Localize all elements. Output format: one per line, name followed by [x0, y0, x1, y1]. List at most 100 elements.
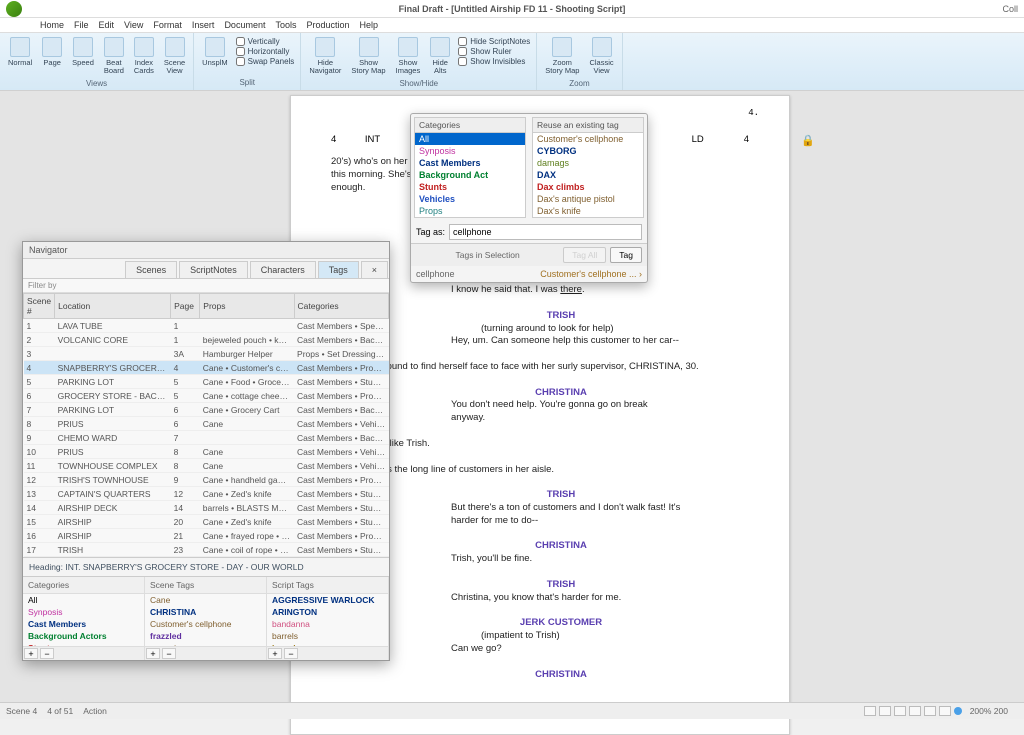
add-button[interactable]: + [146, 648, 160, 659]
column-header[interactable]: Props [200, 294, 294, 319]
navigator-table[interactable]: Scene #LocationPagePropsCategories1LAVA … [23, 293, 389, 557]
status-icons[interactable] [864, 706, 962, 716]
table-row[interactable]: 7PARKING LOT6Cane • Grocery CartCast Mem… [24, 403, 389, 417]
script-char[interactable]: TRISH [471, 489, 651, 502]
ribbon-check-swap-panels[interactable]: Swap Panels [236, 57, 295, 66]
tag-all-button[interactable]: Tag All [563, 247, 606, 263]
list-item[interactable]: Cane [145, 594, 266, 606]
list-item[interactable]: Background Act [415, 169, 525, 181]
ribbon-btn-scene-view[interactable]: SceneView [160, 35, 189, 78]
table-row[interactable]: 16AIRSHIP21Cane • frayed rope • Zed's kn… [24, 529, 389, 543]
table-row[interactable]: 10PRIUS8CaneCast Members • Vehicles • Pr… [24, 445, 389, 459]
view-icon[interactable] [939, 706, 951, 716]
tag-as-input[interactable] [449, 224, 642, 240]
column-header[interactable]: Categories [294, 294, 388, 319]
menu-tools[interactable]: Tools [275, 20, 296, 30]
ribbon-btn-classic-view[interactable]: ClassicView [585, 35, 617, 78]
script-char[interactable]: CHRISTINA [471, 669, 651, 682]
column-header[interactable]: Location [55, 294, 171, 319]
nav-scripttags-col[interactable]: Script TagsAGGRESSIVE WARLOCKARINGTONban… [267, 577, 389, 660]
remove-button[interactable]: − [284, 648, 298, 659]
nav-categories-col[interactable]: CategoriesAllSynposisCast MembersBackgro… [23, 577, 145, 660]
script-char[interactable]: JERK CUSTOMER [471, 617, 651, 630]
script-dial[interactable]: I know he said that. I was there. [451, 284, 681, 297]
list-item[interactable]: barrels [267, 630, 388, 642]
list-item[interactable]: Background Actors [23, 630, 144, 642]
list-item[interactable]: Customer's cellphone [145, 618, 266, 630]
script-dial[interactable]: Christina, you know that's harder for me… [451, 592, 681, 605]
ribbon-btn-normal[interactable]: Normal [4, 35, 36, 69]
script-dial[interactable]: You don't need help. You're gonna go on … [451, 399, 681, 425]
view-icon[interactable] [864, 706, 876, 716]
list-item[interactable]: Cast Members [415, 157, 525, 169]
navigator-panel[interactable]: Navigator ScenesScriptNotesCharactersTag… [22, 241, 390, 661]
ribbon-btn-show-images[interactable]: ShowImages [392, 35, 425, 78]
table-row[interactable]: 17TRISH23Cane • coil of rope • Zed's kni… [24, 543, 389, 557]
ribbon-check-horizontally[interactable]: Horizontally [236, 47, 295, 56]
table-row[interactable]: 13CAPTAIN'S QUARTERS12Cane • Zed's knife… [24, 487, 389, 501]
ribbon-btn-beat-board[interactable]: BeatBoard [100, 35, 128, 78]
ribbon-mini-show-ruler[interactable]: Show Ruler [458, 47, 530, 56]
ribbon-btn-zoom-story-map[interactable]: ZoomStory Map [541, 35, 583, 78]
menu-help[interactable]: Help [360, 20, 379, 30]
table-row[interactable]: 1LAVA TUBE1Cast Members • Special Effect [24, 319, 389, 333]
list-item[interactable]: Stunts [415, 181, 525, 193]
list-item[interactable]: frazzled [145, 630, 266, 642]
column-header[interactable]: Scene # [24, 294, 55, 319]
list-item[interactable]: Customer's cellphone [533, 133, 643, 145]
ribbon-btn-hide-alts[interactable]: HideAlts [426, 35, 454, 78]
script-action[interactable]: She does not like Trish. [331, 438, 749, 451]
script-dial[interactable]: But there's a ton of customers and I don… [451, 502, 681, 528]
script-char[interactable]: TRISH [471, 310, 651, 323]
list-item[interactable]: Dax's antique pistol [533, 193, 643, 205]
list-item[interactable]: AGGRESSIVE WARLOCK [267, 594, 388, 606]
list-item[interactable]: ARINGTON [267, 606, 388, 618]
menu-view[interactable]: View [124, 20, 143, 30]
ribbon-check-vertically[interactable]: Vertically [236, 37, 295, 46]
table-row[interactable]: 8PRIUS6CaneCast Members • Vehicles • Pro [24, 417, 389, 431]
add-button[interactable]: + [268, 648, 282, 659]
list-item[interactable]: Vehicles [415, 193, 525, 205]
list-item[interactable]: Dax's knife [533, 205, 643, 217]
script-dial[interactable]: Trish, you'll be fine. [451, 553, 681, 566]
list-item[interactable]: Synposis [23, 606, 144, 618]
script-char[interactable]: CHRISTINA [471, 387, 651, 400]
table-row[interactable]: 4SNAPBERRY'S GROCERY ST...4Cane • Custom… [24, 361, 389, 375]
tag-button[interactable]: Tag [610, 247, 642, 263]
script-char[interactable]: CHRISTINA [471, 540, 651, 553]
navigator-filter-label[interactable]: Filter by [23, 279, 389, 293]
script-char[interactable]: TRISH [471, 579, 651, 592]
menu-insert[interactable]: Insert [192, 20, 215, 30]
list-item[interactable]: Synposis [415, 145, 525, 157]
ribbon-btn-hide-navigator[interactable]: HideNavigator [305, 35, 345, 78]
table-row[interactable]: 15AIRSHIP20Cane • Zed's knifeCast Member… [24, 515, 389, 529]
tag-popup[interactable]: Categories AllSynposisCast MembersBackgr… [410, 113, 648, 283]
nav-scenetags-col[interactable]: Scene TagsCaneCHRISTINACustomer's cellph… [145, 577, 267, 660]
add-button[interactable]: + [24, 648, 38, 659]
table-row[interactable]: 2VOLCANIC CORE1bejeweled pouch • knife •… [24, 333, 389, 347]
menu-file[interactable]: File [74, 20, 89, 30]
view-icon[interactable] [924, 706, 936, 716]
list-item[interactable]: Dax climbs [533, 181, 643, 193]
tab-characters[interactable]: Characters [250, 261, 316, 278]
view-icon[interactable] [879, 706, 891, 716]
tab-scenes[interactable]: Scenes [125, 261, 177, 278]
menu-format[interactable]: Format [153, 20, 182, 30]
list-item[interactable]: All [23, 594, 144, 606]
tagpop-categories[interactable]: Categories AllSynposisCast MembersBackgr… [414, 117, 526, 218]
table-row[interactable]: 14AIRSHIP DECK14barrels • BLASTS Mac's a… [24, 501, 389, 515]
script-paren[interactable]: (turning around to look for help) [481, 323, 661, 336]
list-item[interactable]: Cast Members [23, 618, 144, 630]
column-header[interactable]: Page [171, 294, 200, 319]
view-icon[interactable] [894, 706, 906, 716]
menu-home[interactable]: Home [40, 20, 64, 30]
tab-scriptnotes[interactable]: ScriptNotes [179, 261, 248, 278]
script-dial[interactable]: Hey, um. Can someone help this customer … [451, 335, 681, 348]
table-row[interactable]: 5PARKING LOT5Cane • Food • Grocery CartC… [24, 375, 389, 389]
tab-tags[interactable]: Tags [318, 261, 359, 278]
list-item[interactable]: DAX [533, 169, 643, 181]
list-item[interactable]: CYBORG [533, 145, 643, 157]
tagpop-reuse[interactable]: Reuse an existing tag Customer's cellpho… [532, 117, 644, 218]
script-paren[interactable]: (impatient to Trish) [481, 630, 661, 643]
table-row[interactable]: 33AHamburger HelperProps • Set Dressing … [24, 347, 389, 361]
